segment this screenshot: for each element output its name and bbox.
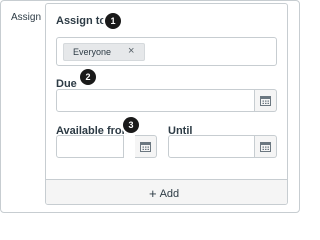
until-calendar-button[interactable] xyxy=(255,135,277,158)
step-badge-3: 3 xyxy=(123,117,139,133)
assign-to-input[interactable]: Everyone × xyxy=(56,37,277,66)
plus-icon: + xyxy=(149,186,157,201)
due-calendar-button[interactable] xyxy=(255,89,277,112)
assignee-token-label: Everyone xyxy=(73,47,112,57)
calendar-icon xyxy=(260,142,271,152)
assign-card: Assign to 1 Everyone × Due 2 Available f… xyxy=(45,3,288,205)
calendar-icon xyxy=(260,96,271,106)
remove-token-icon[interactable]: × xyxy=(128,45,134,57)
calendar-icon xyxy=(140,142,151,152)
available-from-input[interactable] xyxy=(56,135,124,158)
due-date-input[interactable] xyxy=(56,89,255,112)
step-badge-2: 2 xyxy=(80,69,96,85)
until-input[interactable] xyxy=(168,135,255,158)
assign-to-label: Assign to xyxy=(56,15,107,27)
assignee-token: Everyone × xyxy=(63,43,145,61)
section-label: Assign xyxy=(11,12,42,23)
add-assignment-button[interactable]: + Add xyxy=(46,179,287,204)
add-button-content: + Add xyxy=(149,186,179,201)
step-badge-1: 1 xyxy=(105,13,121,29)
add-button-label: Add xyxy=(159,188,180,200)
available-from-calendar-button[interactable] xyxy=(135,135,157,158)
